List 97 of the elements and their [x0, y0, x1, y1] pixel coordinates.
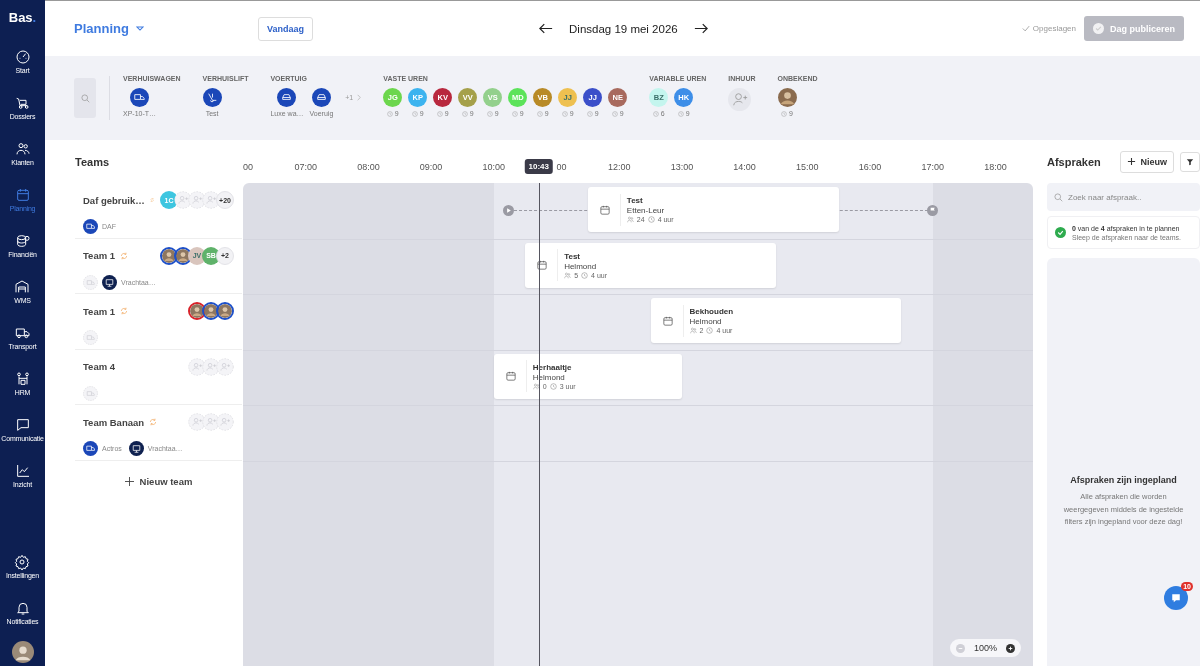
today-button[interactable]: Vandaag — [258, 16, 313, 41]
clock-icon — [652, 110, 659, 117]
plus-icon — [124, 476, 134, 486]
hour-label: 14:00 — [733, 162, 756, 172]
appointment-place: Helmond — [689, 317, 723, 327]
clock-icon — [386, 110, 393, 117]
clock-icon — [647, 216, 655, 223]
appointment-place: Helmond — [564, 261, 598, 271]
hour-label: 15:00 — [796, 162, 819, 172]
people-icon — [564, 271, 572, 279]
people-icon — [689, 327, 697, 335]
empty-title: Afspraken zijn ingepland — [1070, 474, 1177, 485]
plus-icon — [1127, 157, 1137, 166]
calendar-icon — [599, 204, 610, 215]
play-icon[interactable] — [503, 204, 515, 216]
team-name[interactable]: Daf gebruik… — [83, 194, 145, 206]
chat-icon — [1170, 592, 1182, 604]
date-label: Dinsdag 19 mei 2026 — [569, 22, 678, 35]
chat-icon — [14, 416, 31, 433]
clock-icon — [411, 110, 418, 117]
page-title-dropdown[interactable]: Planning — [74, 21, 258, 36]
clock-icon — [561, 110, 568, 117]
coins-icon — [14, 232, 31, 249]
check-icon — [1021, 25, 1030, 32]
hour-label: 18:00 — [984, 162, 1007, 172]
clock-icon — [486, 110, 493, 117]
clock-icon — [611, 110, 618, 117]
check-icon — [1055, 227, 1066, 238]
flag-icon[interactable] — [926, 204, 938, 216]
search-icon — [80, 93, 90, 103]
teams-title: Teams — [75, 155, 110, 168]
appointment-title: Bekhouden — [689, 307, 734, 317]
truck-icon[interactable] — [130, 88, 150, 107]
people-icon — [532, 382, 540, 390]
people-icon — [14, 140, 31, 157]
previous-arrow-icon[interactable] — [539, 23, 553, 34]
clock-icon — [511, 110, 518, 117]
car-icon[interactable] — [277, 88, 297, 107]
clock-icon — [436, 110, 443, 117]
clock-icon — [677, 110, 684, 117]
search-icon — [1054, 192, 1063, 202]
gauge-icon — [14, 48, 31, 65]
appointment-place: Etten-Leur — [626, 206, 666, 215]
chart-icon — [14, 462, 31, 479]
zoom-control[interactable]: 100% — [949, 639, 1021, 657]
filter-icon — [1186, 157, 1194, 166]
appointment-title: Test — [564, 251, 581, 261]
calendar-icon — [14, 186, 31, 203]
member-avatar-icon[interactable] — [216, 302, 234, 321]
panel-title: Afspraken — [1047, 155, 1102, 168]
screen-icon[interactable] — [128, 441, 144, 457]
hour-label: 08:00 — [357, 162, 380, 172]
clock-icon — [461, 110, 468, 117]
hour-label: 12:00 — [607, 162, 631, 172]
team-name[interactable]: Team 4 — [83, 361, 116, 373]
car-icon[interactable] — [311, 88, 331, 107]
hour-label: 00 — [556, 162, 567, 172]
screen-icon[interactable] — [102, 274, 117, 290]
hour-label: 10:00 — [482, 162, 506, 172]
team-name[interactable]: Team Banaan — [83, 416, 145, 428]
calendar-icon — [662, 315, 673, 326]
team-name[interactable]: Team 1 — [83, 250, 116, 262]
truck-icon[interactable] — [83, 219, 98, 234]
hour-label: 00 — [243, 162, 253, 172]
people-icon — [626, 216, 634, 223]
new-button[interactable]: Nieuw — [1120, 150, 1174, 173]
clock-icon — [586, 110, 593, 117]
next-arrow-icon[interactable] — [693, 23, 708, 34]
clock-icon — [706, 327, 714, 335]
current-time-badge: 10:43 — [524, 159, 553, 174]
filter-button[interactable] — [1180, 151, 1200, 172]
clock-icon — [549, 382, 557, 390]
zoom-level: 100% — [973, 643, 997, 653]
clock-icon — [781, 110, 788, 117]
lift-icon[interactable] — [202, 88, 222, 107]
team-name[interactable]: Team 1 — [83, 305, 116, 317]
truck-icon[interactable] — [83, 441, 98, 457]
search-field[interactable]: Zoek naar afspraak.. — [1047, 183, 1200, 211]
zoom-in-icon[interactable] — [1006, 643, 1015, 653]
team-icon — [14, 370, 31, 387]
new-team-button[interactable]: Nieuw team — [118, 474, 199, 488]
settings-icon — [14, 553, 31, 570]
hour-label: 17:00 — [921, 162, 944, 172]
clock-icon — [581, 271, 589, 279]
saved-status: Opgeslagen — [1032, 24, 1076, 33]
check-circle-icon — [1093, 23, 1104, 34]
hour-label: 09:00 — [419, 162, 443, 172]
clock-icon — [536, 110, 543, 117]
warehouse-icon — [14, 278, 31, 295]
hour-label: 07:00 — [294, 162, 317, 172]
caret-icon — [135, 26, 144, 31]
hour-label: 16:00 — [858, 162, 882, 172]
avatar-icon[interactable] — [11, 641, 34, 663]
appointment-title: Test — [626, 196, 644, 205]
calendar-icon — [505, 371, 516, 382]
hour-label: 13:00 — [670, 162, 694, 172]
logo: Bas. — [8, 10, 37, 27]
